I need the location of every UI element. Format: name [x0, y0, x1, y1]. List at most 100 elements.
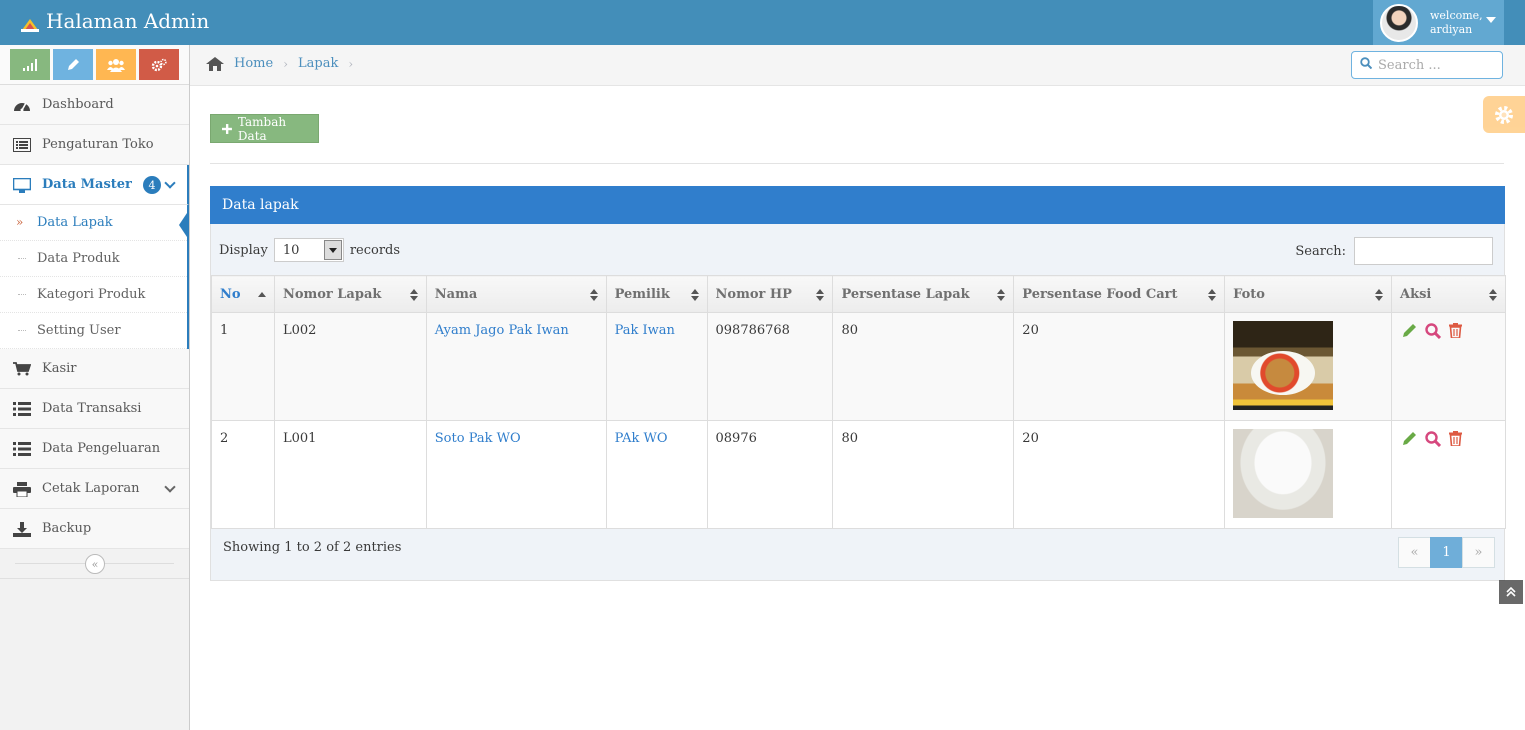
column-header-foto[interactable]: Foto	[1224, 275, 1392, 313]
collapse-sidebar-button[interactable]: «	[85, 554, 105, 574]
sidebar-item-data-master[interactable]: Data Master 4	[0, 165, 189, 205]
table-info: Showing 1 to 2 of 2 entries	[223, 540, 402, 555]
search-zoom-icon	[1425, 323, 1442, 340]
column-header-persentase-lapak[interactable]: Persentase Lapak	[832, 275, 1015, 313]
pencil-icon	[68, 58, 79, 70]
cell-persentase-lapak: 80	[832, 312, 1015, 421]
table-search-input[interactable]	[1354, 237, 1493, 265]
sidebar-item-backup[interactable]: Backup	[0, 509, 189, 549]
user-menu[interactable]: welcome, ardiyan	[1373, 0, 1504, 45]
column-header-persentase-food-cart[interactable]: Persentase Food Cart	[1013, 275, 1226, 313]
table-header-row: No Nomor Lapak Nama Pemilik Nomor HP Per…	[211, 275, 1506, 313]
trash-icon	[1449, 431, 1462, 447]
sidebar-item-label: Kasir	[42, 361, 77, 376]
cell-nomor-hp: 098786768	[706, 312, 834, 421]
sidebar-item-label: Pengaturan Toko	[42, 137, 154, 152]
scroll-to-top-button[interactable]	[1499, 580, 1523, 604]
column-header-aksi[interactable]: Aksi	[1391, 275, 1506, 313]
sidebar-item-kasir[interactable]: Kasir	[0, 349, 189, 389]
table-title: Data lapak	[210, 186, 1505, 224]
search-placeholder: Search ...	[1378, 57, 1441, 73]
print-icon	[13, 481, 31, 497]
view-button[interactable]	[1425, 323, 1442, 343]
column-header-nomor-hp[interactable]: Nomor HP	[706, 275, 834, 313]
submenu-item-setting-user[interactable]: Setting User	[0, 313, 187, 349]
download-icon	[13, 521, 31, 537]
sidebar-item-pengaturan-toko[interactable]: Pengaturan Toko	[0, 125, 189, 165]
sidebar-item-label: Cetak Laporan	[42, 481, 140, 496]
sidebar-item-label: Dashboard	[42, 97, 114, 112]
column-header-pemilik[interactable]: Pemilik	[605, 275, 708, 313]
username: ardiyan	[1430, 22, 1473, 36]
search-input[interactable]: Search ...	[1351, 51, 1503, 79]
edit-button[interactable]	[1402, 323, 1417, 343]
sidebar-item-data-transaksi[interactable]: Data Transaksi	[0, 389, 189, 429]
shopping-cart-icon	[13, 361, 32, 376]
cell-nama-link[interactable]: Soto Pak WO	[435, 431, 521, 446]
submenu-item-label: Data Produk	[37, 251, 120, 266]
cell-persentase-lapak: 80	[832, 420, 1015, 529]
settings-toggle-button[interactable]	[1483, 96, 1525, 133]
brand[interactable]: Halaman Admin	[20, 9, 209, 33]
breadcrumb-lapak-link[interactable]: Lapak	[298, 56, 338, 71]
sort-icon	[1208, 289, 1217, 301]
view-button[interactable]	[1425, 431, 1442, 451]
column-header-nama[interactable]: Nama	[425, 275, 607, 313]
sort-icon	[409, 289, 418, 301]
dropdown-arrow-icon	[323, 240, 342, 260]
pagination-next-button[interactable]: »	[1462, 537, 1495, 568]
display-label: Display	[219, 242, 268, 258]
table-row: 1 L002 Ayam Jago Pak Iwan Pak Iwan 09878…	[211, 312, 1506, 421]
users-icon	[107, 58, 125, 72]
sort-icon	[690, 289, 699, 301]
table-filter: Search:	[1295, 237, 1493, 265]
count-badge: 4	[143, 176, 161, 194]
top-navbar: Halaman Admin welcome, ardiyan	[0, 0, 1525, 45]
cell-no: 1	[211, 312, 275, 421]
submenu-item-label: Setting User	[37, 323, 121, 338]
delete-button[interactable]	[1449, 323, 1462, 343]
delete-button[interactable]	[1449, 431, 1462, 451]
leaf-logo-icon	[20, 13, 40, 32]
pencil-shortcut-button[interactable]	[53, 49, 93, 80]
submenu-item-label: Data Lapak	[37, 215, 113, 230]
records-per-page: Display 10 records	[219, 238, 400, 262]
cell-pemilik-link[interactable]: Pak Iwan	[615, 323, 675, 338]
records-per-page-select[interactable]: 10	[273, 238, 344, 262]
records-per-page-value: 10	[282, 242, 300, 258]
sidebar-item-data-pengeluaran[interactable]: Data Pengeluaran	[0, 429, 189, 469]
sort-icon	[1375, 289, 1383, 301]
cell-nomor-lapak: L001	[273, 420, 427, 529]
sidebar-item-dashboard[interactable]: Dashboard	[0, 85, 189, 125]
submenu-item-data-produk[interactable]: Data Produk	[0, 241, 187, 277]
search-zoom-icon	[1425, 431, 1442, 448]
column-header-nomor-lapak[interactable]: Nomor Lapak	[273, 275, 427, 313]
gear-icon	[1495, 105, 1513, 124]
add-data-button[interactable]: Tambah Data	[210, 114, 319, 143]
cogs-shortcut-button[interactable]	[139, 49, 179, 80]
signal-shortcut-button[interactable]	[10, 49, 50, 80]
chevron-down-icon	[164, 177, 176, 189]
cell-pemilik-link[interactable]: PAk WO	[615, 431, 668, 446]
breadcrumb-home-link[interactable]: Home	[234, 56, 273, 71]
cell-nama-link[interactable]: Ayam Jago Pak Iwan	[435, 323, 569, 338]
cell-no: 2	[211, 420, 275, 529]
list-alt-icon	[13, 137, 31, 152]
pagination-prev-button[interactable]: «	[1398, 537, 1431, 568]
edit-button[interactable]	[1402, 431, 1417, 451]
tachometer-icon	[13, 98, 31, 112]
submenu-item-data-lapak[interactable]: » Data Lapak	[0, 205, 187, 241]
users-shortcut-button[interactable]	[96, 49, 136, 80]
sidebar-item-cetak-laporan[interactable]: Cetak Laporan	[0, 469, 189, 509]
pagination-page-button[interactable]: 1	[1430, 537, 1463, 568]
breadcrumb: Home › Lapak › Search ...	[190, 45, 1525, 86]
double-angle-left-icon: «	[91, 557, 99, 571]
column-header-no[interactable]: No	[211, 275, 275, 313]
sidebar-item-label: Data Transaksi	[42, 401, 142, 416]
welcome-text: welcome,	[1430, 8, 1483, 22]
cogs-icon	[151, 58, 167, 71]
sort-icon	[1489, 289, 1497, 301]
data-master-submenu: » Data Lapak Data Produk Kategori Produk…	[0, 205, 189, 349]
submenu-item-kategori-produk[interactable]: Kategori Produk	[0, 277, 187, 313]
cell-nomor-hp: 08976	[706, 420, 834, 529]
